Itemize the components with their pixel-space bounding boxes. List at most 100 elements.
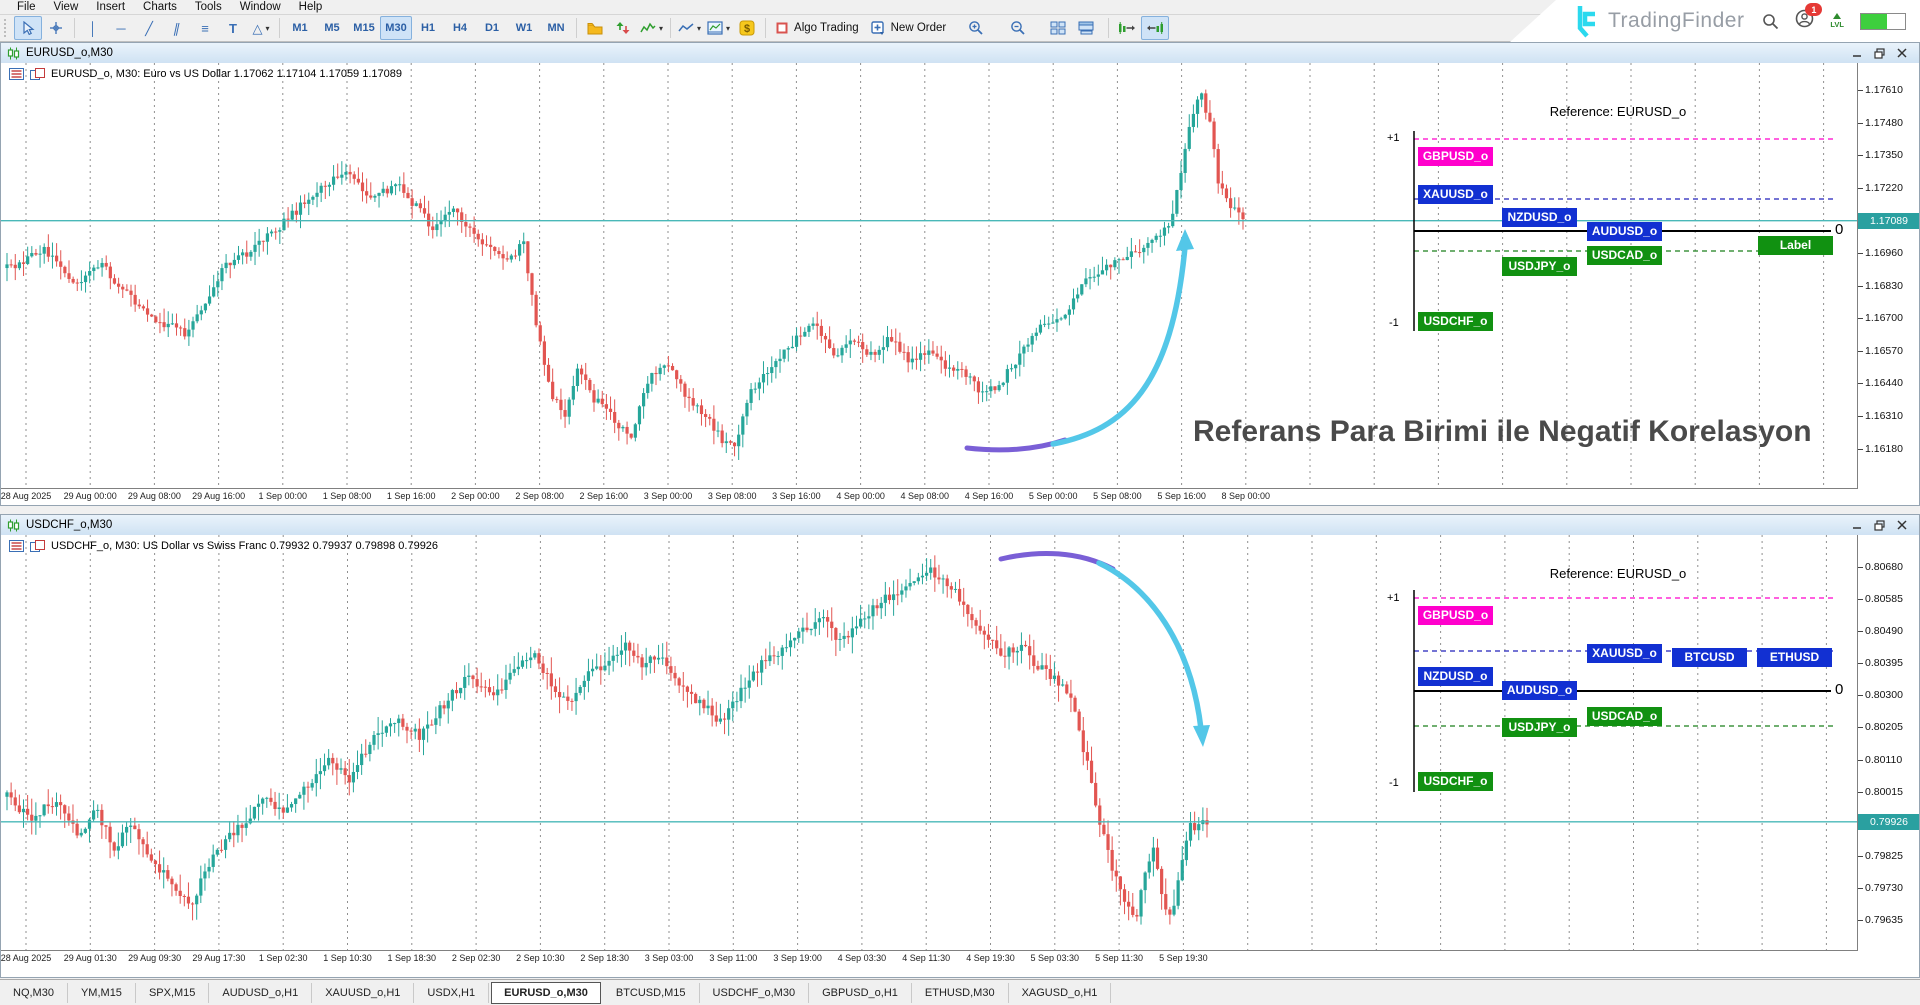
window-restore-button[interactable] — [1874, 520, 1885, 531]
notifications-button[interactable]: 1 — [1795, 9, 1814, 33]
correlation-label-usdjpy-o[interactable]: USDJPY_o — [1502, 718, 1577, 737]
time-axis[interactable]: 28 Aug 202529 Aug 00:0029 Aug 08:0029 Au… — [1, 488, 1857, 505]
symbols-button[interactable] — [581, 16, 609, 40]
cascade-windows-button[interactable] — [1072, 16, 1100, 40]
correlation-label-audusd-o[interactable]: AUDUSD_o — [1502, 681, 1577, 700]
cursor-tool-button[interactable] — [14, 16, 42, 40]
toolbar-drag-handle[interactable] — [4, 19, 9, 37]
correlation-label-usdjpy-o[interactable]: USDJPY_o — [1502, 257, 1577, 276]
quotes-icon[interactable] — [9, 540, 24, 552]
correlation-label-usdchf-o[interactable]: USDCHF_o — [1418, 772, 1493, 791]
chart-tab-btcusd-m15[interactable]: BTCUSD,M15 — [603, 983, 700, 1003]
chart-tab-xagusd-o-h1[interactable]: XAGUSD_o,H1 — [1009, 983, 1112, 1003]
window-minimize-button[interactable] — [1852, 48, 1862, 58]
window-restore-button[interactable] — [1874, 48, 1885, 59]
timeframe-button-mn[interactable]: MN — [540, 16, 572, 40]
tick-chart-button[interactable] — [609, 16, 637, 40]
correlation-label-xauusd-o[interactable]: XAUUSD_o — [1587, 644, 1662, 663]
chart-tab-xauusd-o-h1[interactable]: XAUUSD_o,H1 — [312, 983, 414, 1003]
templates-button[interactable]: ▾ — [704, 16, 733, 40]
time-tick: 29 Aug 00:00 — [64, 491, 117, 501]
svg-text:$: $ — [744, 23, 750, 35]
chart-shift-button[interactable] — [1113, 16, 1141, 40]
menu-item-help[interactable]: Help — [290, 1, 332, 13]
correlation-label-audusd-o[interactable]: AUDUSD_o — [1587, 222, 1662, 241]
correlation-label-label[interactable]: Label — [1758, 236, 1833, 255]
timeframe-button-h4[interactable]: H4 — [444, 16, 476, 40]
chart-tab-ym-m15[interactable]: YM,M15 — [68, 983, 136, 1003]
timeframe-button-d1[interactable]: D1 — [476, 16, 508, 40]
market-watch-currency-button[interactable]: $ — [733, 16, 761, 40]
time-tick: 1 Sep 00:00 — [259, 491, 308, 501]
correlation-label-usdcad-o[interactable]: USDCAD_o — [1587, 707, 1662, 726]
chart-tab-eurusd-o-m30[interactable]: EURUSD_o,M30 — [491, 982, 601, 1004]
new-order-button[interactable]: New Order — [865, 16, 953, 40]
timeframe-button-m15[interactable]: M15 — [348, 16, 380, 40]
chevron-down-icon: ▾ — [659, 24, 663, 33]
menu-item-insert[interactable]: Insert — [87, 1, 134, 13]
menu-item-tools[interactable]: Tools — [186, 1, 231, 13]
timeframe-button-m5[interactable]: M5 — [316, 16, 348, 40]
window-minimize-button[interactable] — [1852, 520, 1862, 530]
auto-scroll-button[interactable] — [1141, 16, 1169, 40]
correlation-label-btcusd[interactable]: BTCUSD — [1672, 648, 1747, 667]
indicators-button[interactable]: ▾ — [637, 16, 666, 40]
window-close-button[interactable] — [1897, 520, 1907, 530]
algo-trading-button[interactable]: Algo Trading — [770, 16, 865, 40]
time-axis[interactable]: 28 Aug 202529 Aug 01:3029 Aug 09:3029 Au… — [1, 950, 1857, 967]
timeframe-button-m30[interactable]: M30 — [380, 16, 412, 40]
chart-tab-gbpusd-o-h1[interactable]: GBPUSD_o,H1 — [809, 983, 912, 1003]
text-tool-button[interactable]: T — [219, 16, 247, 40]
one-click-trading-icon[interactable] — [30, 540, 45, 552]
quotes-icon[interactable] — [9, 68, 24, 80]
timeframe-button-m1[interactable]: M1 — [284, 16, 316, 40]
channel-tool-button[interactable]: ∥ — [160, 16, 193, 40]
chart-type-button[interactable]: ▾ — [675, 16, 704, 40]
window-close-button[interactable] — [1897, 48, 1907, 58]
horizontal-line-tool-button[interactable]: ─ — [107, 16, 135, 40]
crosshair-tool-button[interactable] — [42, 16, 70, 40]
price-tick: 1.16570 — [1865, 345, 1903, 357]
vertical-line-tool-button[interactable]: │ — [79, 16, 107, 40]
correlation-label-usdcad-o[interactable]: USDCAD_o — [1587, 246, 1662, 265]
price-axis[interactable]: 0.806800.805850.804900.803950.803000.802… — [1857, 535, 1919, 951]
timeframe-button-w1[interactable]: W1 — [508, 16, 540, 40]
ohlc-info-line: EURUSD_o, M30: Euro vs US Dollar 1.17062… — [9, 68, 402, 80]
zoom-in-button[interactable] — [962, 16, 990, 40]
chart-tab-usdx-h1[interactable]: USDX,H1 — [414, 983, 489, 1003]
chart-window-eurusd: EURUSD_o,M30 EURUSD_o, M3 — [0, 42, 1920, 506]
trendline-tool-button[interactable]: ╱ — [135, 16, 163, 40]
correlation-label-gbpusd-o[interactable]: GBPUSD_o — [1418, 606, 1493, 625]
correlation-label-gbpusd-o[interactable]: GBPUSD_o — [1418, 147, 1493, 166]
chart-titlebar-eurusd[interactable]: EURUSD_o,M30 — [1, 43, 1919, 64]
chart-tab-ethusd-m30[interactable]: ETHUSD,M30 — [912, 983, 1009, 1003]
timeframe-button-h1[interactable]: H1 — [412, 16, 444, 40]
trend-arrow — [1001, 553, 1113, 569]
chart-area-eurusd[interactable]: EURUSD_o, M30: Euro vs US Dollar 1.17062… — [1, 63, 1919, 505]
menu-item-file[interactable]: File — [8, 1, 45, 13]
chart-area-usdchf[interactable]: USDCHF_o, M30: US Dollar vs Swiss Franc … — [1, 535, 1919, 977]
correlation-label-xauusd-o[interactable]: XAUUSD_o — [1418, 185, 1493, 204]
chart-tab-usdchf-o-m30[interactable]: USDCHF_o,M30 — [700, 983, 810, 1003]
search-icon[interactable] — [1762, 13, 1779, 30]
menu-item-charts[interactable]: Charts — [134, 1, 186, 13]
chart-tab-nq-m30[interactable]: NQ,M30 — [0, 983, 68, 1003]
chart-tab-spx-m15[interactable]: SPX,M15 — [136, 983, 209, 1003]
tile-windows-button[interactable] — [1044, 16, 1072, 40]
correlation-label-ethusd[interactable]: ETHUSD — [1757, 648, 1832, 667]
correlation-label-usdchf-o[interactable]: USDCHF_o — [1418, 312, 1493, 331]
zoom-out-button[interactable] — [1004, 16, 1032, 40]
chart-titlebar-usdchf[interactable]: USDCHF_o,M30 — [1, 515, 1919, 536]
menu-item-window[interactable]: Window — [231, 1, 290, 13]
price-axis[interactable]: 1.176101.174801.173501.172201.169601.168… — [1857, 63, 1919, 489]
shapes-tool-button[interactable]: △▾ — [247, 16, 275, 40]
price-tick: 0.80585 — [1865, 593, 1903, 605]
fibonacci-tool-button[interactable]: ≡ — [191, 16, 219, 40]
menu-item-view[interactable]: View — [45, 1, 88, 13]
ohlc-text: EURUSD_o, M30: Euro vs US Dollar 1.17062… — [51, 68, 402, 80]
correlation-label-nzdusd-o[interactable]: NZDUSD_o — [1418, 667, 1493, 686]
one-click-trading-icon[interactable] — [30, 68, 45, 80]
correlation-label-nzdusd-o[interactable]: NZDUSD_o — [1502, 208, 1577, 227]
chart-tab-bar: NQ,M30YM,M15SPX,M15AUDUSD_o,H1XAUUSD_o,H… — [0, 979, 1920, 1005]
chart-tab-audusd-o-h1[interactable]: AUDUSD_o,H1 — [209, 983, 312, 1003]
